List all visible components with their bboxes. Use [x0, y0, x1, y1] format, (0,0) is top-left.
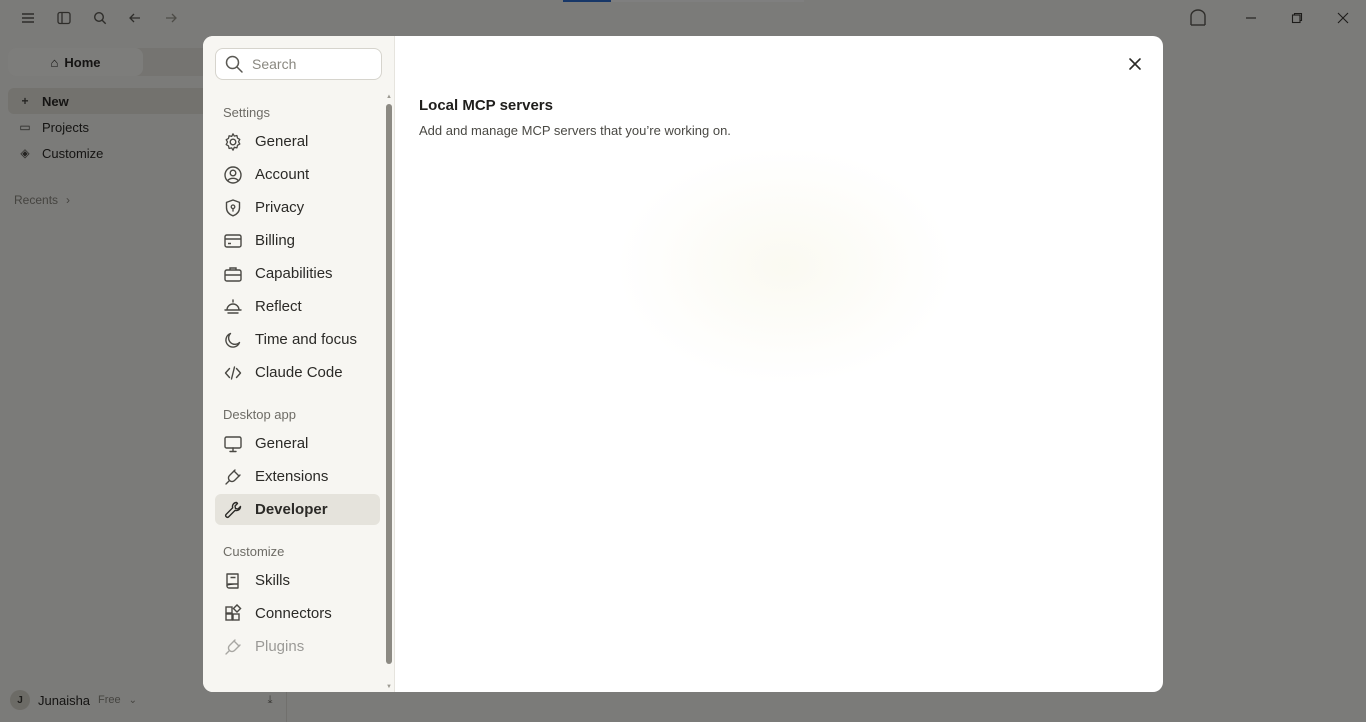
- settings-content: Local MCP servers Add and manage MCP ser…: [395, 36, 1163, 692]
- book-icon: [226, 572, 239, 589]
- settings-nav-list: Settings General Account Privacy Billing…: [215, 98, 380, 688]
- section-header-customize: Customize: [223, 543, 285, 559]
- nav-item-billing[interactable]: Billing: [215, 225, 380, 256]
- nav-item-capabilities[interactable]: Capabilities: [215, 258, 380, 289]
- nav-item-developer[interactable]: Developer: [215, 494, 380, 525]
- search-icon: [225, 55, 243, 73]
- credit-card-icon: [224, 233, 242, 248]
- sidebar-scrollbar[interactable]: ▲ ▼: [386, 94, 392, 690]
- section-header-desktop: Desktop app: [223, 406, 296, 422]
- close-icon: [1129, 58, 1141, 70]
- nav-item-claude-code[interactable]: Claude Code: [215, 357, 380, 388]
- code-icon: [224, 365, 242, 380]
- nav-item-time-and-focus[interactable]: Time and focus: [215, 324, 380, 355]
- nav-item-connectors[interactable]: Connectors: [215, 598, 380, 629]
- nav-item-extensions[interactable]: Extensions: [215, 461, 380, 492]
- wrench-icon: [225, 501, 242, 518]
- close-dialog-button[interactable]: [1123, 52, 1147, 76]
- nav-item-desktop-general[interactable]: General: [215, 428, 380, 459]
- nav-item-skills[interactable]: Skills: [215, 565, 380, 596]
- section-header-settings: Settings: [223, 104, 270, 120]
- blocks-icon: [225, 603, 242, 621]
- plug-icon: [225, 468, 241, 485]
- settings-dialog: Settings General Account Privacy Billing…: [203, 36, 1163, 692]
- page-title: Local MCP servers: [419, 97, 553, 114]
- settings-search[interactable]: [215, 48, 382, 80]
- settings-sidebar: Settings General Account Privacy Billing…: [203, 36, 395, 692]
- monitor-icon: [224, 435, 242, 452]
- page-subtitle: Add and manage MCP servers that you’re w…: [419, 123, 731, 138]
- nav-item-general[interactable]: General: [215, 126, 380, 157]
- briefcase-icon: [224, 266, 242, 282]
- scrollbar-thumb[interactable]: [386, 104, 392, 664]
- gear-icon: [225, 132, 241, 151]
- nav-item-plugins[interactable]: Plugins: [215, 631, 380, 662]
- plug-icon: [225, 638, 241, 655]
- scroll-down-arrow-icon[interactable]: ▼: [386, 684, 392, 690]
- sunrise-icon: [224, 298, 242, 314]
- search-input[interactable]: [252, 56, 372, 72]
- nav-item-reflect[interactable]: Reflect: [215, 291, 380, 322]
- shield-icon: [225, 198, 241, 216]
- nav-item-account[interactable]: Account: [215, 159, 380, 190]
- nav-item-privacy[interactable]: Privacy: [215, 192, 380, 223]
- moon-icon: [225, 332, 241, 348]
- loading-placeholder: [615, 146, 955, 386]
- scroll-up-arrow-icon[interactable]: ▲: [386, 94, 392, 100]
- user-circle-icon: [224, 165, 242, 184]
